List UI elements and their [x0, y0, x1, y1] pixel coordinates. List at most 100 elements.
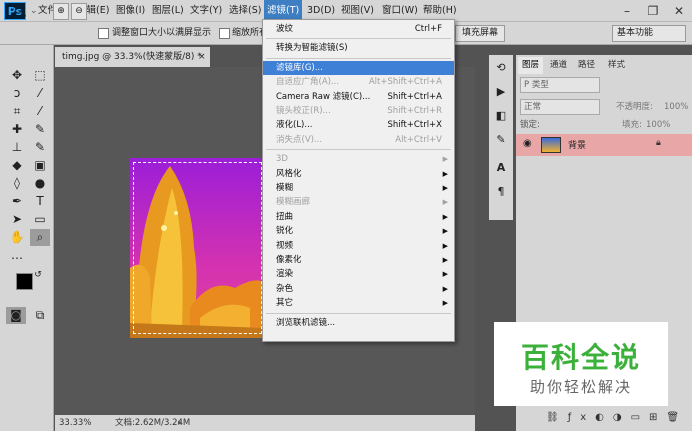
- menu-3[interactable]: 图层(L): [149, 0, 187, 22]
- fill-value[interactable]: 100%: [646, 118, 670, 132]
- filter-menu-item-label: 消失点(V)...: [276, 134, 323, 145]
- tab-layers[interactable]: 图层: [518, 57, 544, 74]
- marquee-tool-icon[interactable]: ⬚: [30, 67, 50, 84]
- panel-footer-icons[interactable]: ⛓ƒx◐◑▭⊞🗑︎: [546, 412, 688, 423]
- paragraph-icon[interactable]: ¶: [492, 183, 510, 201]
- filter-menu-item: 消失点(V)... Alt+Ctrl+V: [263, 133, 454, 148]
- zoom-in-button[interactable]: ⊕: [53, 3, 69, 20]
- history-brush-tool-icon[interactable]: ✎: [30, 139, 50, 156]
- move-tool-icon[interactable]: ✥: [7, 67, 27, 84]
- opacity-value[interactable]: 100%: [664, 99, 688, 115]
- layer-kind-filter[interactable]: P 类型: [520, 77, 600, 93]
- magic-wand-tool-icon[interactable]: ⁄: [30, 85, 50, 102]
- eyedropper-tool-icon[interactable]: ⁄: [30, 103, 50, 120]
- actions-play-icon[interactable]: ▶: [492, 83, 510, 101]
- submenu-arrow-icon: ▶: [442, 169, 448, 178]
- minimize-button[interactable]: –: [614, 0, 640, 22]
- type-tool-icon[interactable]: T: [30, 193, 50, 210]
- document-tab[interactable]: timg.jpg @ 33.3%(快速蒙版/8) * ×: [55, 47, 210, 67]
- stamp-tool-icon[interactable]: ⊥: [7, 139, 27, 156]
- menu-separator: [266, 38, 451, 40]
- filter-menu-item[interactable]: 像素化 ▶: [263, 253, 454, 268]
- properties-icon[interactable]: ◧: [492, 107, 510, 125]
- filter-menu-item[interactable]: 扭曲 ▶: [263, 210, 454, 225]
- status-arrow-icon[interactable]: ▸: [178, 415, 182, 431]
- submenu-arrow-icon: ▶: [442, 212, 448, 221]
- filter-dropdown-menu: 波纹 Ctrl+F 转换为智能滤镜(S) 滤镜库(G)... 自适应广角(A)... Al…: [262, 19, 455, 342]
- filter-menu-item-label: 模糊: [276, 183, 294, 193]
- filter-menu-item-label: 镜头校正(R)...: [276, 106, 331, 116]
- brush-tool-icon[interactable]: ✎: [30, 121, 50, 138]
- watermark-subtitle: 助你轻松解决: [529, 378, 632, 396]
- zoom-all-checkbox[interactable]: [219, 28, 230, 39]
- filter-menu-item: 自适应广角(A)... Alt+Shift+Ctrl+A: [263, 75, 454, 90]
- filter-menu-item[interactable]: 模糊 ▶: [263, 181, 454, 196]
- filter-menu-item[interactable]: 转换为智能滤镜(S): [263, 41, 454, 56]
- filter-menu-item: 模糊画廊 ▶: [263, 195, 454, 210]
- filter-menu-item[interactable]: 视频 ▶: [263, 239, 454, 254]
- adjust-icon[interactable]: ✎: [492, 131, 510, 149]
- dodge-tool-icon[interactable]: ●: [30, 175, 50, 192]
- menu-2[interactable]: 图像(I): [113, 0, 148, 22]
- tools-panel: ✥ ⬚ ↄ ⁄ ⌗ ⁄ ✚ ✎ ⊥ ✎ ◆ ▣ ◊ ● ✒ T ➤ ▭ ✋ ⌕ …: [0, 45, 54, 431]
- tab-paths[interactable]: 路径: [574, 57, 599, 74]
- tab-channels[interactable]: 通道: [546, 57, 571, 74]
- eraser-tool-icon[interactable]: ◆: [7, 157, 27, 174]
- fill-screen-button[interactable]: 填充屏幕: [455, 25, 505, 42]
- lock-label: 锁定:: [520, 120, 540, 130]
- character-icon[interactable]: A: [492, 159, 510, 177]
- close-button[interactable]: ✕: [666, 0, 692, 22]
- filter-menu-item-label: 液化(L)...: [276, 120, 313, 131]
- visibility-eye-icon[interactable]: ◉: [523, 138, 532, 149]
- restore-button[interactable]: ❐: [640, 0, 666, 22]
- filter-menu-item[interactable]: 风格化 ▶: [263, 167, 454, 182]
- more-tools-icon[interactable]: ⋯: [7, 250, 27, 267]
- fit-window-checkbox[interactable]: [98, 28, 109, 39]
- swap-colors-icon[interactable]: ↺: [33, 267, 43, 284]
- submenu-arrow-icon: ▶: [442, 241, 448, 250]
- filter-menu-item[interactable]: 杂色 ▶: [263, 282, 454, 297]
- crop-tool-icon[interactable]: ⌗: [7, 103, 27, 120]
- screen-mode-icon[interactable]: ⧉: [30, 307, 50, 324]
- path-select-tool-icon[interactable]: ➤: [7, 211, 27, 228]
- menu-4[interactable]: 文字(Y): [187, 0, 225, 22]
- zoom-level[interactable]: 33.33%: [59, 415, 91, 431]
- zoom-out-button[interactable]: ⊖: [71, 3, 87, 20]
- foreground-color-swatch[interactable]: [16, 273, 33, 290]
- filter-menu-item-label: 其它: [276, 298, 294, 309]
- filter-menu-item[interactable]: 液化(L)... Shift+Ctrl+X: [263, 118, 454, 133]
- layer-name[interactable]: 背景: [568, 138, 586, 151]
- workspace-select[interactable]: 基本功能: [612, 25, 686, 42]
- tab-styles[interactable]: 样式: [604, 57, 629, 74]
- blur-tool-icon[interactable]: ◊: [7, 175, 27, 192]
- lasso-tool-icon[interactable]: ↄ: [7, 85, 27, 102]
- healing-tool-icon[interactable]: ✚: [7, 121, 27, 138]
- layer-thumbnail: [541, 137, 561, 153]
- close-tab-icon[interactable]: ×: [198, 47, 206, 67]
- gradient-tool-icon[interactable]: ▣: [30, 157, 50, 174]
- filter-menu-item[interactable]: 锐化 ▶: [263, 224, 454, 239]
- filter-menu-item[interactable]: 滤镜库(G)...: [263, 60, 454, 76]
- chevron-down-icon[interactable]: ⌄: [30, 3, 38, 20]
- shape-tool-icon[interactable]: ▭: [30, 211, 50, 228]
- quick-mask-icon[interactable]: ◙: [6, 307, 26, 324]
- zoom-tool-icon[interactable]: 🔍︎: [12, 3, 27, 20]
- filter-menu-item[interactable]: 浏览联机滤镜...: [263, 316, 454, 331]
- hand-tool-icon[interactable]: ✋: [7, 229, 27, 246]
- filter-menu-item[interactable]: Camera Raw 滤镜(C)... Shift+Ctrl+A: [263, 90, 454, 105]
- filter-menu-item: 3D ▶: [263, 152, 454, 167]
- history-icon[interactable]: ⟲: [492, 59, 510, 77]
- zoom-tool-icon[interactable]: ⌕: [30, 229, 50, 246]
- layer-row[interactable]: ◉ 背景 🔒︎: [516, 134, 692, 156]
- filter-menu-item-label: 视频: [276, 240, 294, 251]
- blend-mode-select[interactable]: 正常: [520, 99, 600, 115]
- menu-separator: [266, 312, 451, 314]
- menu-5[interactable]: 选择(S): [226, 0, 264, 22]
- filter-menu-item-label: Camera Raw 滤镜(C)...: [276, 91, 371, 102]
- filter-menu-item[interactable]: 渲染 ▶: [263, 267, 454, 282]
- pen-tool-icon[interactable]: ✒: [7, 193, 27, 210]
- filter-menu-item[interactable]: 其它 ▶: [263, 296, 454, 311]
- filter-menu-item-label: 风格化: [276, 168, 302, 179]
- filter-menu-item[interactable]: 波纹 Ctrl+F: [263, 22, 454, 37]
- submenu-arrow-icon: ▶: [442, 299, 448, 308]
